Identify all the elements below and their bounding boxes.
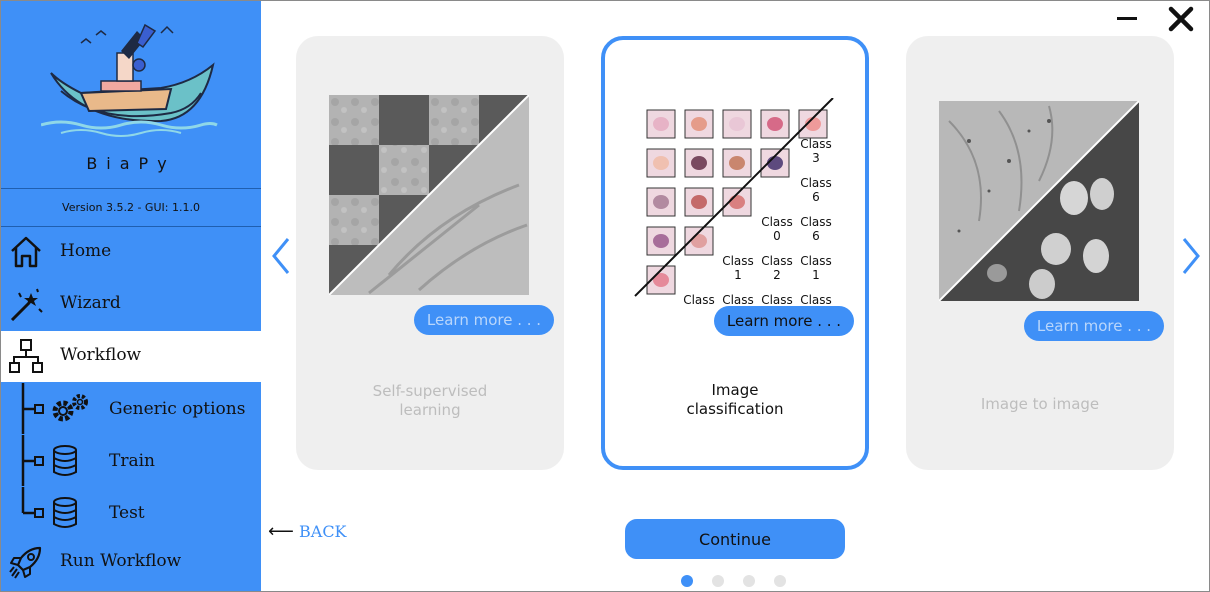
card-title: Self-supervised learning <box>296 382 564 420</box>
class-number: 0 <box>773 229 781 243</box>
workflow-card-image-classification[interactable]: Class 3 Class 6 Class 0 Class 6 Class 1 Class 2 Clas… <box>601 36 869 470</box>
sample-thumbnail <box>646 226 676 256</box>
workflow-card-image-to-image[interactable]: Learn more . . . Image to image <box>906 36 1174 470</box>
class-number: 3 <box>812 151 820 165</box>
sample-thumbnail <box>798 109 828 139</box>
magic-wand-icon <box>10 288 43 321</box>
card-title-line: Self-supervised <box>372 382 488 400</box>
class-number: 1 <box>734 268 742 282</box>
class-word: Class <box>722 293 754 304</box>
class-number: 6 <box>812 190 820 204</box>
version-box: Version 3.5.2 - GUI: 1.1.0 <box>1 188 261 227</box>
continue-button[interactable]: Continue <box>625 519 845 559</box>
card-title-line: Image to image <box>980 395 1100 413</box>
sidebar-item-label: Run Workflow <box>60 551 182 571</box>
back-button[interactable]: ⟵ BACK <box>268 521 347 543</box>
class-word: Class <box>800 137 832 151</box>
sidebar-item-home[interactable]: Home <box>1 227 261 278</box>
database-icon <box>53 445 77 476</box>
card-title-line: classification <box>686 400 784 418</box>
version-label: Version 3.5.2 - GUI: 1.1.0 <box>62 201 200 214</box>
image-classification-preview-image: Class3Class6Class0Class6Class1Class2Clas… <box>634 98 834 304</box>
class-word: Class <box>761 254 793 268</box>
class-word: Class <box>761 215 793 229</box>
sidebar-item-generic-options[interactable]: Generic options <box>1 383 261 434</box>
workflow-icon <box>9 339 43 373</box>
sidebar-item-label: Test <box>109 503 145 523</box>
sample-thumbnail <box>684 109 714 139</box>
sample-thumbnail <box>646 109 676 139</box>
sidebar: BiaPy Version 3.5.2 - GUI: 1.1.0 Home Wi… <box>1 1 261 591</box>
app-brand: BiaPy <box>86 154 176 173</box>
sample-thumbnail <box>646 148 676 178</box>
sample-thumbnail <box>646 187 676 217</box>
sample-thumbnail <box>684 187 714 217</box>
back-label: BACK <box>299 522 347 541</box>
sample-thumbnail <box>760 109 790 139</box>
sample-thumbnail <box>684 148 714 178</box>
sample-thumbnail <box>760 148 790 178</box>
learn-more-button[interactable]: Learn more . . . <box>714 306 854 336</box>
sample-thumbnail <box>722 148 752 178</box>
tree-connector-icon <box>21 383 44 434</box>
sample-thumbnail <box>722 187 752 217</box>
home-icon <box>11 236 41 268</box>
card-title: Image classification <box>605 381 865 419</box>
tree-connector-icon <box>21 487 44 518</box>
class-word: Class <box>800 215 832 229</box>
sidebar-item-workflow[interactable]: Workflow <box>1 331 261 382</box>
class-number: 1 <box>812 268 820 282</box>
class-word: Class <box>683 293 715 304</box>
class-word: Class <box>761 293 793 304</box>
class-word: Class <box>800 293 832 304</box>
sidebar-item-label: Train <box>109 451 155 471</box>
close-icon[interactable] <box>1168 6 1194 32</box>
class-word: Class <box>722 254 754 268</box>
page-dot[interactable] <box>774 575 786 587</box>
image-to-image-preview-image <box>939 101 1139 301</box>
sidebar-item-label: Home <box>60 241 112 261</box>
biapy-logo <box>41 23 218 137</box>
sidebar-item-train[interactable]: Train <box>1 435 261 486</box>
sidebar-item-label: Workflow <box>60 345 142 365</box>
self-supervised-preview-image <box>329 95 529 295</box>
sidebar-item-wizard[interactable]: Wizard <box>1 279 261 330</box>
page-dot[interactable] <box>743 575 755 587</box>
sidebar-item-run-workflow[interactable]: Run Workflow <box>1 537 261 588</box>
card-title-line: learning <box>399 401 461 419</box>
learn-more-button[interactable]: Learn more . . . <box>414 305 554 335</box>
rocket-icon <box>9 546 42 579</box>
sidebar-item-label: Generic options <box>109 399 246 419</box>
page-dot[interactable] <box>681 575 693 587</box>
sidebar-item-test[interactable]: Test <box>1 487 261 538</box>
carousel-next-icon[interactable] <box>1180 236 1202 276</box>
sample-thumbnail <box>722 109 752 139</box>
tree-connector-icon <box>21 435 44 486</box>
gears-icon <box>52 394 88 422</box>
class-number: 2 <box>773 268 781 282</box>
sidebar-item-label: Wizard <box>60 293 121 313</box>
carousel-prev-icon[interactable] <box>270 236 292 276</box>
class-word: Class <box>800 254 832 268</box>
arrow-left-icon: ⟵ <box>268 521 294 542</box>
class-number: 6 <box>812 229 820 243</box>
card-title-line: Image <box>711 381 759 399</box>
page-dot[interactable] <box>712 575 724 587</box>
learn-more-button[interactable]: Learn more . . . <box>1024 311 1164 341</box>
card-title: Image to image <box>906 395 1174 414</box>
database-icon <box>53 497 77 528</box>
workflow-card-self-supervised[interactable]: Learn more . . . Self-supervised learnin… <box>296 36 564 470</box>
class-word: Class <box>800 176 832 190</box>
minimize-icon[interactable] <box>1116 8 1138 28</box>
